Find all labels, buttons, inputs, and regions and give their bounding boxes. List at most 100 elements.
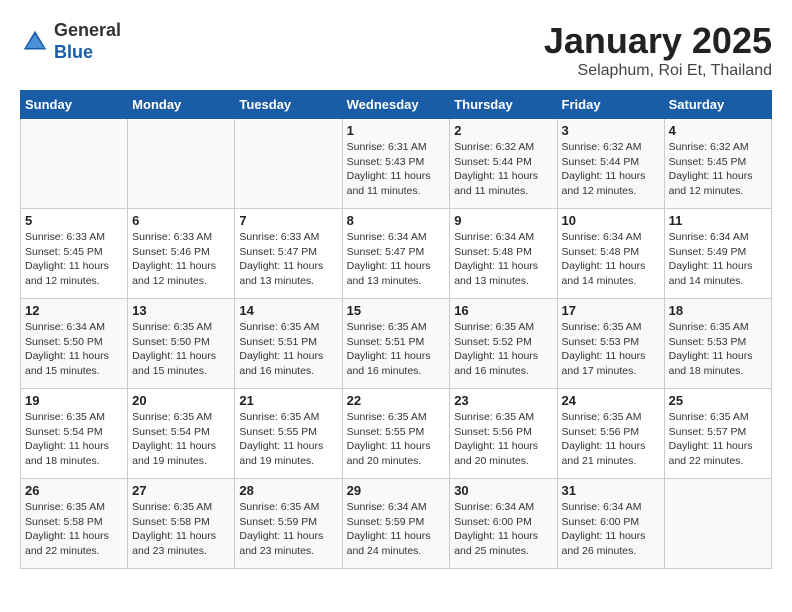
calendar-cell: 6 Sunrise: 6:33 AM Sunset: 5:46 PM Daylig… (128, 209, 235, 299)
calendar-cell (128, 119, 235, 209)
logo: General Blue (20, 20, 121, 63)
calendar-cell: 22Sunrise: 6:35 AM Sunset: 5:55 PM Dayli… (342, 389, 450, 479)
day-number: 24 (562, 393, 660, 408)
calendar-cell: 25Sunrise: 6:35 AM Sunset: 5:57 PM Dayli… (664, 389, 771, 479)
logo-blue: Blue (54, 42, 93, 62)
day-number: 7 (239, 213, 337, 228)
day-info: Sunrise: 6:35 AM Sunset: 5:55 PM Dayligh… (239, 410, 337, 469)
day-number: 31 (562, 483, 660, 498)
day-number: 19 (25, 393, 123, 408)
month-title: January 2025 (544, 20, 772, 62)
calendar-cell: 4Sunrise: 6:32 AM Sunset: 5:45 PM Daylig… (664, 119, 771, 209)
calendar-cell: 13Sunrise: 6:35 AM Sunset: 5:50 PM Dayli… (128, 299, 235, 389)
day-info: Sunrise: 6:33 AM Sunset: 5:47 PM Dayligh… (239, 230, 337, 289)
weekday-header: Wednesday (342, 91, 450, 119)
calendar-cell: 29 Sunrise: 6:34 AM Sunset: 5:59 PM Dayli… (342, 479, 450, 569)
calendar-cell (21, 119, 128, 209)
day-number: 8 (347, 213, 446, 228)
calendar-cell: 5 Sunrise: 6:33 AM Sunset: 5:45 PM Daylig… (21, 209, 128, 299)
calendar-cell: 10 Sunrise: 6:34 AM Sunset: 5:48 PM Dayli… (557, 209, 664, 299)
page-header: General Blue January 2025 Selaphum, Roi … (20, 20, 772, 80)
day-info: Sunrise: 6:35 AM Sunset: 5:55 PM Dayligh… (347, 410, 446, 469)
day-number: 30 (454, 483, 552, 498)
title-area: January 2025 Selaphum, Roi Et, Thailand (544, 20, 772, 80)
calendar-week-row: 19 Sunrise: 6:35 AM Sunset: 5:54 PM Dayli… (21, 389, 772, 479)
day-info: Sunrise: 6:35 AM Sunset: 5:53 PM Dayligh… (562, 320, 660, 379)
weekday-header: Sunday (21, 91, 128, 119)
day-info: Sunrise: 6:35 AM Sunset: 5:56 PM Dayligh… (454, 410, 552, 469)
calendar-cell: 1Sunrise: 6:31 AM Sunset: 5:43 PM Daylig… (342, 119, 450, 209)
day-info: Sunrise: 6:34 AM Sunset: 5:59 PM Dayligh… (347, 500, 446, 559)
calendar-week-row: 5 Sunrise: 6:33 AM Sunset: 5:45 PM Daylig… (21, 209, 772, 299)
day-info: Sunrise: 6:35 AM Sunset: 5:51 PM Dayligh… (239, 320, 337, 379)
calendar-cell: 30 Sunrise: 6:34 AM Sunset: 6:00 PM Dayli… (450, 479, 557, 569)
calendar-cell: 8 Sunrise: 6:34 AM Sunset: 5:47 PM Daylig… (342, 209, 450, 299)
day-number: 1 (347, 123, 446, 138)
day-number: 20 (132, 393, 230, 408)
calendar-cell: 19 Sunrise: 6:35 AM Sunset: 5:54 PM Dayli… (21, 389, 128, 479)
calendar-cell: 31 Sunrise: 6:34 AM Sunset: 6:00 PM Dayli… (557, 479, 664, 569)
day-info: Sunrise: 6:34 AM Sunset: 6:00 PM Dayligh… (454, 500, 552, 559)
calendar-week-row: 26 Sunrise: 6:35 AM Sunset: 5:58 PM Dayli… (21, 479, 772, 569)
day-info: Sunrise: 6:35 AM Sunset: 5:58 PM Dayligh… (25, 500, 123, 559)
calendar-week-row: 1Sunrise: 6:31 AM Sunset: 5:43 PM Daylig… (21, 119, 772, 209)
calendar-cell: 27 Sunrise: 6:35 AM Sunset: 5:58 PM Dayli… (128, 479, 235, 569)
calendar-cell: 2 Sunrise: 6:32 AM Sunset: 5:44 PM Daylig… (450, 119, 557, 209)
day-number: 13 (132, 303, 230, 318)
logo-text: General Blue (54, 20, 121, 63)
day-info: Sunrise: 6:33 AM Sunset: 5:45 PM Dayligh… (25, 230, 123, 289)
calendar-cell: 16 Sunrise: 6:35 AM Sunset: 5:52 PM Dayli… (450, 299, 557, 389)
day-info: Sunrise: 6:32 AM Sunset: 5:44 PM Dayligh… (454, 140, 552, 199)
day-info: Sunrise: 6:35 AM Sunset: 5:52 PM Dayligh… (454, 320, 552, 379)
calendar-cell: 28Sunrise: 6:35 AM Sunset: 5:59 PM Dayli… (235, 479, 342, 569)
day-number: 3 (562, 123, 660, 138)
day-info: Sunrise: 6:35 AM Sunset: 5:57 PM Dayligh… (669, 410, 767, 469)
day-info: Sunrise: 6:35 AM Sunset: 5:54 PM Dayligh… (132, 410, 230, 469)
calendar-cell: 14Sunrise: 6:35 AM Sunset: 5:51 PM Dayli… (235, 299, 342, 389)
day-info: Sunrise: 6:32 AM Sunset: 5:45 PM Dayligh… (669, 140, 767, 199)
day-info: Sunrise: 6:34 AM Sunset: 5:47 PM Dayligh… (347, 230, 446, 289)
logo-general: General (54, 20, 121, 40)
day-info: Sunrise: 6:34 AM Sunset: 6:00 PM Dayligh… (562, 500, 660, 559)
day-number: 28 (239, 483, 337, 498)
day-number: 5 (25, 213, 123, 228)
day-info: Sunrise: 6:34 AM Sunset: 5:48 PM Dayligh… (562, 230, 660, 289)
calendar-body: 1Sunrise: 6:31 AM Sunset: 5:43 PM Daylig… (21, 119, 772, 569)
calendar-cell: 20 Sunrise: 6:35 AM Sunset: 5:54 PM Dayli… (128, 389, 235, 479)
calendar-cell (235, 119, 342, 209)
day-number: 15 (347, 303, 446, 318)
day-info: Sunrise: 6:34 AM Sunset: 5:49 PM Dayligh… (669, 230, 767, 289)
calendar-week-row: 12Sunrise: 6:34 AM Sunset: 5:50 PM Dayli… (21, 299, 772, 389)
day-info: Sunrise: 6:33 AM Sunset: 5:46 PM Dayligh… (132, 230, 230, 289)
calendar-cell: 9Sunrise: 6:34 AM Sunset: 5:48 PM Daylig… (450, 209, 557, 299)
day-number: 6 (132, 213, 230, 228)
day-number: 17 (562, 303, 660, 318)
calendar-cell: 26 Sunrise: 6:35 AM Sunset: 5:58 PM Dayli… (21, 479, 128, 569)
day-number: 10 (562, 213, 660, 228)
day-number: 27 (132, 483, 230, 498)
location-subtitle: Selaphum, Roi Et, Thailand (544, 62, 772, 80)
day-info: Sunrise: 6:35 AM Sunset: 5:54 PM Dayligh… (25, 410, 123, 469)
day-number: 18 (669, 303, 767, 318)
day-number: 26 (25, 483, 123, 498)
calendar-cell (664, 479, 771, 569)
day-number: 9 (454, 213, 552, 228)
calendar-cell: 3Sunrise: 6:32 AM Sunset: 5:44 PM Daylig… (557, 119, 664, 209)
day-number: 16 (454, 303, 552, 318)
day-info: Sunrise: 6:35 AM Sunset: 5:53 PM Dayligh… (669, 320, 767, 379)
day-number: 21 (239, 393, 337, 408)
calendar-cell: 11 Sunrise: 6:34 AM Sunset: 5:49 PM Dayli… (664, 209, 771, 299)
calendar-cell: 23Sunrise: 6:35 AM Sunset: 5:56 PM Dayli… (450, 389, 557, 479)
calendar-table: SundayMondayTuesdayWednesdayThursdayFrid… (20, 90, 772, 569)
weekday-header: Saturday (664, 91, 771, 119)
day-number: 2 (454, 123, 552, 138)
day-number: 29 (347, 483, 446, 498)
day-info: Sunrise: 6:35 AM Sunset: 5:51 PM Dayligh… (347, 320, 446, 379)
weekday-header: Monday (128, 91, 235, 119)
calendar-header-row: SundayMondayTuesdayWednesdayThursdayFrid… (21, 91, 772, 119)
calendar-cell: 24Sunrise: 6:35 AM Sunset: 5:56 PM Dayli… (557, 389, 664, 479)
day-info: Sunrise: 6:35 AM Sunset: 5:58 PM Dayligh… (132, 500, 230, 559)
day-info: Sunrise: 6:34 AM Sunset: 5:50 PM Dayligh… (25, 320, 123, 379)
calendar-cell: 7 Sunrise: 6:33 AM Sunset: 5:47 PM Daylig… (235, 209, 342, 299)
day-number: 11 (669, 213, 767, 228)
